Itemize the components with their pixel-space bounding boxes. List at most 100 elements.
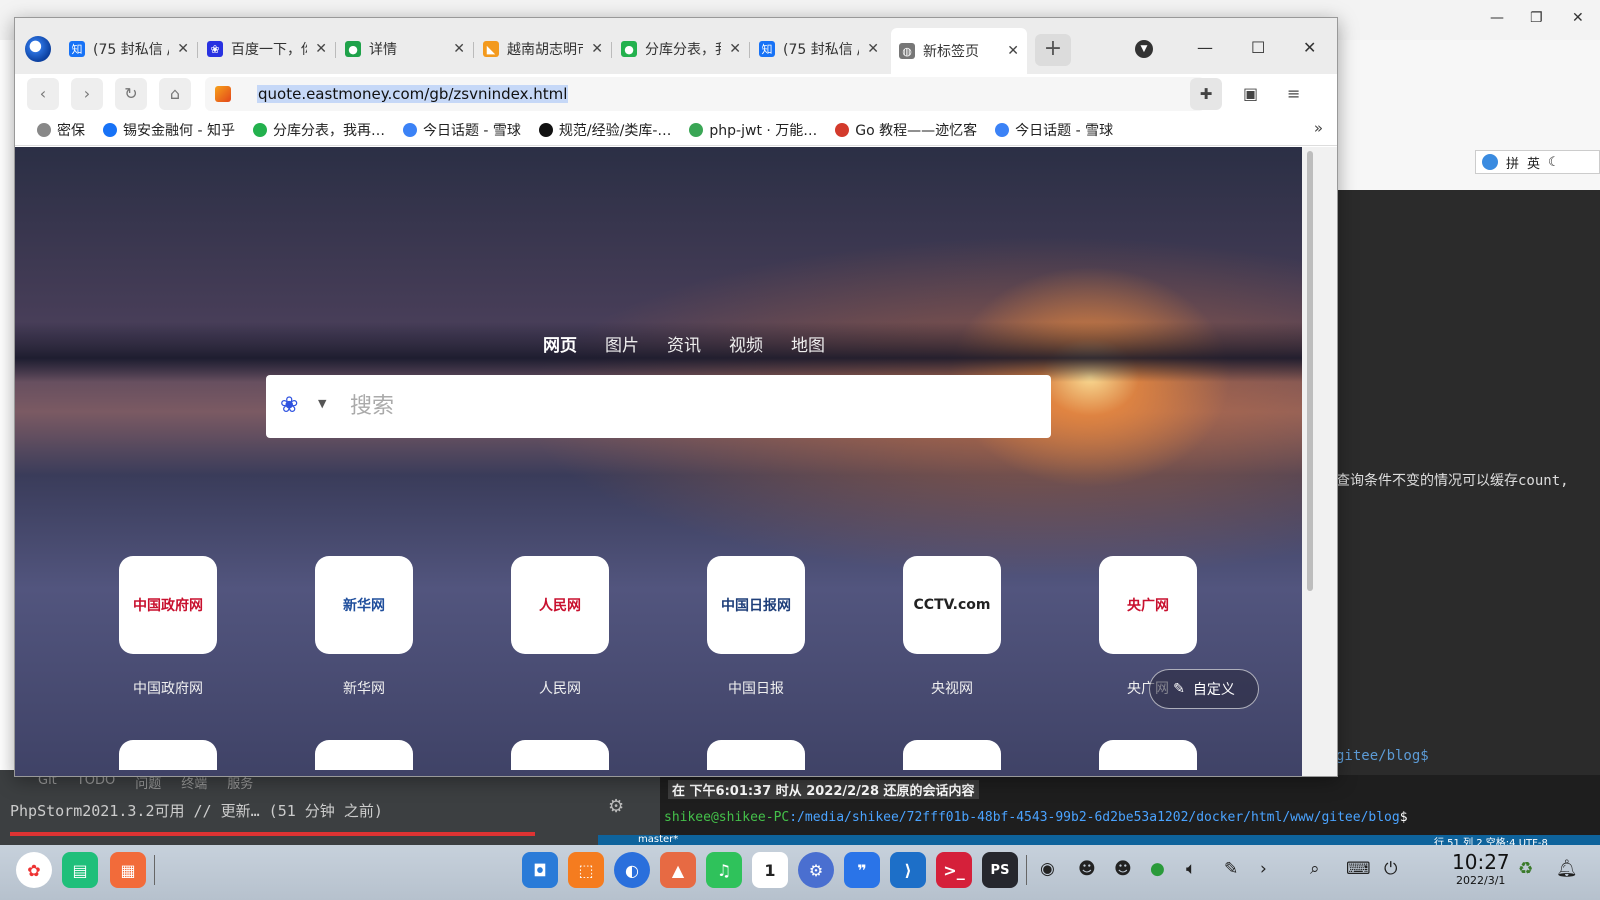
minimize-icon[interactable]: — — [1197, 38, 1213, 57]
trash-icon[interactable]: ♻ — [1518, 859, 1533, 879]
bookmark-item[interactable]: 密保 — [29, 120, 93, 140]
expand-tray-icon[interactable]: › — [1260, 859, 1267, 879]
extensions-icon[interactable]: ✚ — [1190, 78, 1222, 110]
vscode-icon[interactable]: ⟩ — [890, 852, 926, 888]
address-bar[interactable]: quote.eastmoney.com/gb/zsvnindex.html — [205, 77, 1205, 111]
shortcut-tile[interactable]: 中国日报网 中国日报 — [707, 556, 805, 698]
close-icon[interactable]: ✕ — [1303, 38, 1316, 57]
browser-tab[interactable]: ◣ 越南胡志明市 ✕ — [475, 32, 611, 66]
restore-icon[interactable]: ❐ — [1530, 10, 1543, 26]
keyboard-icon[interactable]: ⌨ — [1346, 859, 1371, 879]
shortcut-tile[interactable]: CCTV.com 央视网 — [903, 556, 1001, 698]
search-tab-images[interactable]: 图片 — [605, 331, 639, 356]
chevron-down-icon[interactable]: ▼ — [318, 397, 326, 410]
new-tab-button[interactable]: + — [1035, 34, 1071, 66]
settings-icon[interactable]: ⚙ — [798, 852, 834, 888]
bookmark-item[interactable]: 锡安金融何 - 知乎 — [95, 120, 243, 140]
tab-close-icon[interactable]: ✕ — [1007, 43, 1019, 59]
tab-close-icon[interactable]: ✕ — [453, 41, 465, 57]
app-store-icon[interactable]: ◘ — [522, 852, 558, 888]
qq-tray-icon[interactable]: ☻ — [1078, 859, 1096, 879]
shortcut-tile[interactable] — [511, 740, 609, 770]
tab-list-icon[interactable]: ▼ — [1135, 40, 1153, 58]
tab-close-icon[interactable]: ✕ — [591, 41, 603, 57]
bookmark-item[interactable]: 今日话题 - 雪球 — [987, 120, 1121, 140]
settings-gear-icon[interactable]: ⚙ — [608, 796, 630, 818]
shopping-icon[interactable]: ⬚ — [568, 852, 604, 888]
bookmark-item[interactable]: 规范/经验/类库-… — [531, 120, 680, 140]
search-icon[interactable]: ⌕ — [1310, 859, 1320, 879]
site-logo-icon[interactable]: 人民网 — [511, 556, 609, 654]
bookmark-item[interactable]: 分库分表，我再… — [245, 120, 393, 140]
multitask-icon[interactable]: ▤ — [62, 852, 98, 888]
calendar-icon[interactable]: 1 — [752, 852, 788, 888]
incognito-icon[interactable]: ▣ — [1243, 84, 1258, 103]
baidu-paw-icon[interactable]: ❀ — [280, 393, 306, 419]
music-icon[interactable]: ♫ — [706, 852, 742, 888]
search-input[interactable] — [350, 389, 1030, 423]
browser-logo-icon[interactable] — [25, 36, 51, 62]
search-tab-maps[interactable]: 地图 — [791, 331, 825, 356]
power-icon[interactable]: ⏻ — [1384, 859, 1397, 879]
shortcut-tile[interactable]: 新华网 新华网 — [315, 556, 413, 698]
browser-tab[interactable]: ● 详情 ✕ — [337, 32, 473, 66]
app-grid-icon[interactable]: ▦ — [110, 852, 146, 888]
phpstorm-icon[interactable]: PS — [982, 852, 1018, 888]
close-icon[interactable]: ✕ — [1572, 10, 1584, 26]
home-icon[interactable]: ⌂ — [159, 78, 191, 110]
browser-tab[interactable]: 知 (75 封私信 / ✕ — [751, 32, 887, 66]
moon-icon[interactable]: ☾ — [1548, 155, 1560, 170]
tab-close-icon[interactable]: ✕ — [315, 41, 327, 57]
ime-pinyin[interactable]: 拼 — [1506, 153, 1519, 172]
ime-toolbar[interactable]: 拼 英 ☾ — [1475, 150, 1600, 174]
browser-tab[interactable]: ◍ 新标签页 ✕ — [891, 28, 1027, 74]
shortcut-tile[interactable] — [119, 740, 217, 770]
clock-time[interactable]: 10:27 — [1452, 850, 1510, 874]
qq2-tray-icon[interactable]: ☻ — [1114, 859, 1132, 879]
shortcut-tile[interactable]: 人民网 人民网 — [511, 556, 609, 698]
volume-mute-icon[interactable]: 🔈︎ — [1186, 859, 1196, 879]
network-tray-icon[interactable]: ◉ — [1040, 859, 1055, 879]
tab-close-icon[interactable]: ✕ — [729, 41, 741, 57]
tab-close-icon[interactable]: ✕ — [177, 41, 189, 57]
search-tab-web[interactable]: 网页 — [543, 331, 577, 356]
terminal-icon[interactable]: >_ — [936, 852, 972, 888]
maximize-icon[interactable]: ☐ — [1251, 38, 1265, 57]
reload-icon[interactable]: ↻ — [115, 78, 147, 110]
search-tab-news[interactable]: 资讯 — [667, 331, 701, 356]
launcher-icon[interactable]: ✿ — [16, 852, 52, 888]
site-logo-icon[interactable]: 新华网 — [315, 556, 413, 654]
site-logo-icon[interactable]: 中国日报网 — [707, 556, 805, 654]
wechat-tray-icon[interactable]: ● — [1150, 859, 1165, 879]
minimize-icon[interactable]: — — [1490, 10, 1504, 26]
url-text[interactable]: quote.eastmoney.com/gb/zsvnindex.html — [257, 85, 569, 103]
tab-close-icon[interactable]: ✕ — [867, 41, 879, 57]
scrollbar-thumb[interactable] — [1307, 151, 1313, 591]
bookmark-item[interactable]: php-jwt · 万能… — [681, 120, 825, 140]
customize-button[interactable]: ✎ 自定义 — [1149, 669, 1259, 709]
menu-icon[interactable]: ≡ — [1287, 84, 1300, 103]
shortcut-tile[interactable] — [707, 740, 805, 770]
clock-date[interactable]: 2022/3/1 — [1456, 874, 1505, 887]
notes-icon[interactable]: ❞ — [844, 852, 880, 888]
git-branch[interactable]: master* — [638, 834, 678, 845]
browser-tab[interactable]: ❀ 百度一下，你 ✕ — [199, 32, 335, 66]
bookmarks-more-icon[interactable]: » — [1314, 119, 1323, 137]
site-logo-icon[interactable]: 中国政府网 — [119, 556, 217, 654]
bookmark-item[interactable]: 今日话题 - 雪球 — [395, 120, 529, 140]
shortcut-tile[interactable] — [903, 740, 1001, 770]
bookmark-item[interactable]: Go 教程——迹忆客 — [827, 120, 985, 140]
browser-tab[interactable]: ● 分库分表，我 ✕ — [613, 32, 749, 66]
shortcut-tile[interactable]: 中国政府网 中国政府网 — [119, 556, 217, 698]
forward-icon[interactable]: › — [71, 78, 103, 110]
browser-icon[interactable]: ◐ — [614, 852, 650, 888]
site-logo-icon[interactable]: 央广网 — [1099, 556, 1197, 654]
photos-icon[interactable]: ▲ — [660, 852, 696, 888]
shortcut-tile[interactable] — [1099, 740, 1197, 770]
search-tab-videos[interactable]: 视频 — [729, 331, 763, 356]
shortcut-tile[interactable] — [315, 740, 413, 770]
site-logo-icon[interactable]: CCTV.com — [903, 556, 1001, 654]
pen-icon[interactable]: ✎ — [1224, 859, 1238, 879]
ime-english[interactable]: 英 — [1527, 153, 1540, 172]
back-icon[interactable]: ‹ — [27, 78, 59, 110]
